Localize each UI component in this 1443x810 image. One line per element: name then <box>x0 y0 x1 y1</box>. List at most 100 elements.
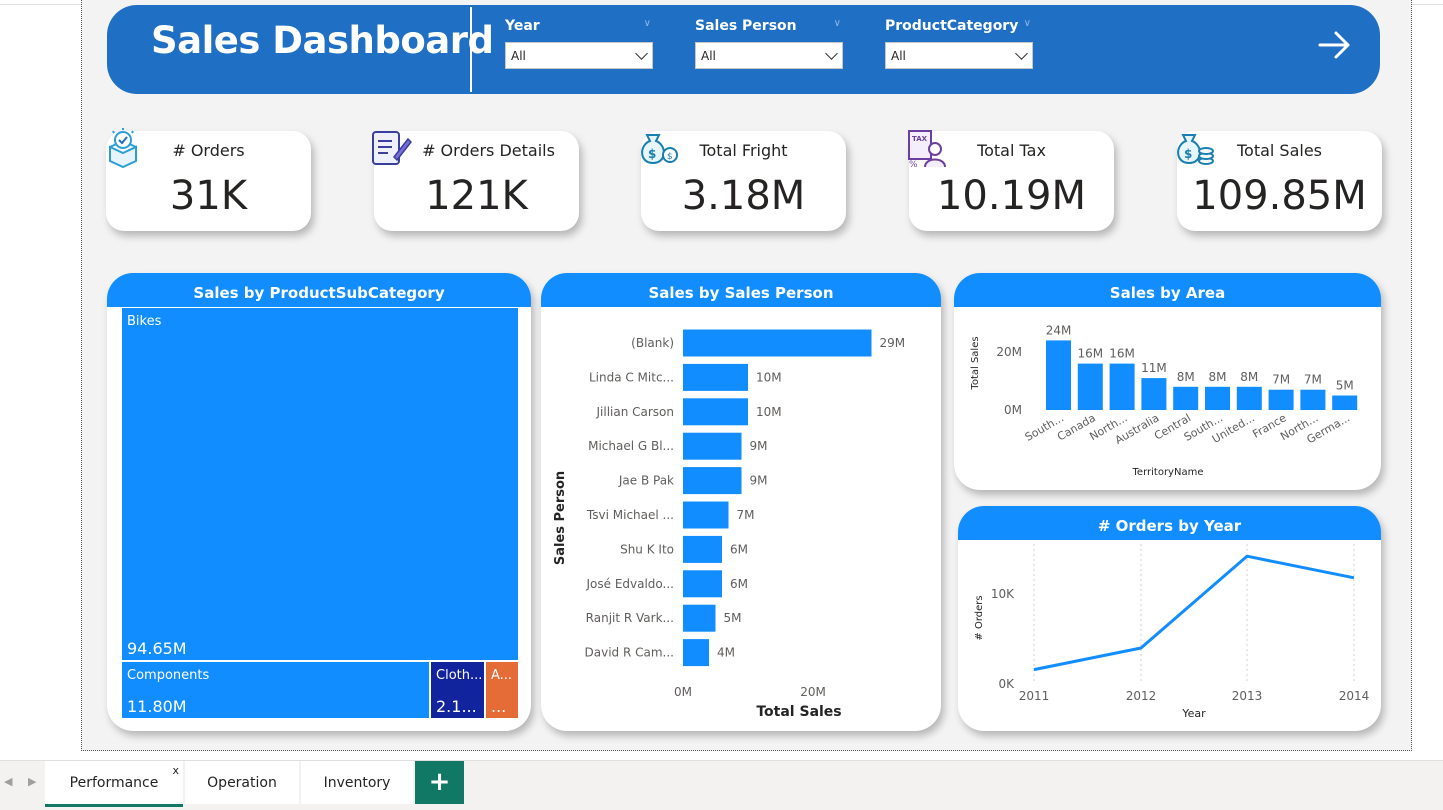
bar <box>1236 386 1262 410</box>
bar <box>683 363 748 391</box>
bar <box>1268 389 1294 410</box>
slicer-year-dropdown[interactable]: All <box>505 42 653 69</box>
kpi-label: # Orders <box>172 141 245 160</box>
slicer-year-value: All <box>511 49 526 63</box>
kpi-orders-details: # Orders Details 121K <box>372 131 579 231</box>
close-icon[interactable]: x <box>172 748 179 793</box>
area-card: Sales by Area Total Sales TerritoryName … <box>954 273 1381 490</box>
data-label: 7M <box>737 508 755 522</box>
bar <box>1173 386 1199 410</box>
bar <box>683 432 742 460</box>
bar <box>683 535 722 563</box>
y-axis-title: Total Sales <box>970 336 981 390</box>
y-tick-label: 0K <box>998 677 1015 691</box>
kpi-label: Total Sales <box>1236 141 1323 160</box>
page-tab-bar: ◀ ▶ Performance x Operation Inventory + <box>0 760 1443 810</box>
x-tick-label: 2011 <box>1019 689 1050 703</box>
bar <box>1332 395 1358 410</box>
bar <box>683 398 748 426</box>
x-tick-label: 2012 <box>1126 689 1157 703</box>
area-chart: Total Sales TerritoryName 0M 20M 24MSout… <box>970 323 1358 478</box>
tab-inventory[interactable]: Inventory <box>301 761 413 804</box>
data-label: 11M <box>1141 361 1167 375</box>
kpi-total-fright: $ $ Total Fright 3.18M <box>641 131 846 231</box>
tab-performance[interactable]: Performance x <box>45 761 183 807</box>
treemap-tile-value: ... <box>491 697 507 716</box>
category-label: Jillian Carson <box>595 405 674 419</box>
data-label: 6M <box>730 542 748 556</box>
treemap-card: Sales by ProductSubCategory Bikes 94.65M… <box>107 273 531 731</box>
slicer-year: Year ∨ All <box>505 16 653 69</box>
data-label: 6M <box>730 577 748 591</box>
orders-year-chart: # Orders Year 0K 10K 2011 2012 2013 2014 <box>974 544 1370 720</box>
kpi-total-tax: TAX% Total Tax 10.19M <box>908 130 1114 231</box>
x-axis-title: Year <box>1181 707 1206 720</box>
data-label: 5M <box>724 611 742 625</box>
data-label: 24M <box>1046 323 1072 337</box>
y-axis-title: Sales Person <box>553 471 568 565</box>
data-label: 4M <box>717 646 735 660</box>
y-tick-label: 10K <box>991 587 1015 601</box>
chevron-down-icon[interactable]: ∨ <box>834 18 841 29</box>
data-label: 7M <box>1304 373 1322 387</box>
kpi-value: 3.18M <box>681 173 806 219</box>
page-title: Sales Dashboard <box>151 19 494 62</box>
y-axis-title: # Orders <box>974 595 985 640</box>
kpi-label: Total Tax <box>977 141 1046 160</box>
treemap-tile-value: 11.80M <box>127 697 187 716</box>
series-line <box>1033 554 1355 672</box>
bar <box>1046 340 1071 410</box>
data-label: 8M <box>1177 370 1195 384</box>
kpi-value: 109.85M <box>1192 173 1367 219</box>
slicer-sales-person-dropdown[interactable]: All <box>695 42 843 69</box>
category-label: José Edvaldo... <box>585 577 674 591</box>
bar <box>1109 363 1135 410</box>
chevron-down-icon[interactable]: ∨ <box>644 18 651 29</box>
scroll-right-icon[interactable]: ▶ <box>28 775 36 788</box>
bar <box>683 467 742 495</box>
header-banner: Sales Dashboard Year ∨ All Sales Person … <box>107 5 1380 94</box>
category-label: Tsvi Michael ... <box>586 508 674 522</box>
data-label: 7M <box>1272 373 1290 387</box>
tab-label: Inventory <box>323 775 391 791</box>
data-label: 29M <box>880 336 906 350</box>
category-label: Ranjit R Vark... <box>586 611 674 625</box>
x-axis-title: TerritoryName <box>1132 467 1204 478</box>
dropdown-arrow-icon <box>1015 47 1028 60</box>
bar <box>683 639 709 667</box>
slicer-product-category-dropdown[interactable]: All <box>885 42 1033 69</box>
dropdown-arrow-icon <box>635 47 648 60</box>
treemap-tile-bikes[interactable]: Bikes 94.65M <box>121 307 519 661</box>
treemap-tile-label: Cloth... <box>436 668 483 683</box>
slicer-year-label: Year <box>505 18 540 34</box>
kpi-value: 31K <box>169 173 248 219</box>
kpi-value: 10.19M <box>936 173 1087 219</box>
category-label: (Blank) <box>631 336 674 350</box>
treemap-tile-value: 2.1... <box>436 697 477 716</box>
slicer-product-category: ProductCategory ∨ All <box>885 16 1033 69</box>
slicer-sales-person-value: All <box>701 49 716 63</box>
x-tick-label: 2014 <box>1339 689 1370 703</box>
chevron-down-icon[interactable]: ∨ <box>1024 18 1031 29</box>
x-axis-title: Total Sales <box>756 704 841 720</box>
slicer-sales-person: Sales Person ∨ All <box>695 16 843 69</box>
bar <box>1077 363 1103 410</box>
kpi-orders: # Orders 31K <box>106 128 311 231</box>
treemap-tile-clothing[interactable]: Cloth... 2.1... <box>430 661 485 719</box>
bar <box>1141 378 1167 410</box>
treemap-tile-components[interactable]: Components 11.80M <box>121 661 430 719</box>
data-label: 9M <box>750 474 768 488</box>
treemap-tile-accessories[interactable]: A... ... <box>485 661 519 719</box>
add-page-button[interactable]: + <box>415 761 464 804</box>
tab-label: Performance <box>69 775 159 791</box>
scroll-left-icon[interactable]: ◀ <box>4 775 12 788</box>
bar <box>1300 389 1326 410</box>
arrow-right-icon[interactable] <box>1318 29 1352 65</box>
data-label: 8M <box>1240 370 1258 384</box>
sales-person-chart: Sales Person Total Sales 0M 20M (Blank) 2… <box>553 329 906 720</box>
treemap-title: Sales by ProductSubCategory <box>107 273 531 307</box>
sales-person-card: Sales by Sales Person Sales Person Total… <box>541 273 941 731</box>
category-label: Jae B Pak <box>618 474 674 488</box>
bar <box>683 604 716 632</box>
tab-operation[interactable]: Operation <box>185 761 299 804</box>
